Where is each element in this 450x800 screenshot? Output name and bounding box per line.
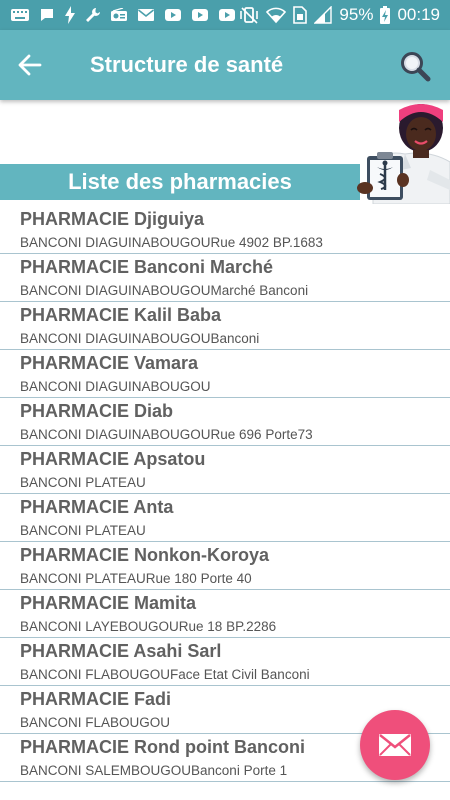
signal-icon — [314, 6, 333, 24]
pharmacy-name: PHARMACIE Mamita — [20, 593, 197, 613]
pharmacy-name: PHARMACIE Banconi Marché — [20, 257, 274, 277]
list-item[interactable]: PHARMACIE Djiguiya BANCONI DIAGUINABOUGOU… — [0, 206, 450, 254]
section-title: Liste des pharmacies — [68, 169, 292, 194]
pharmacy-address: BANCONI SALEMBOUGOUBanconi Porte 1 — [20, 763, 288, 778]
system-icons: 95% 00:19 — [239, 5, 440, 25]
keyboard-icon — [11, 9, 29, 21]
doctor-illustration — [357, 104, 450, 204]
pharmacy-name: PHARMACIE Rond point Banconi — [20, 737, 305, 757]
wrench-icon — [86, 8, 100, 22]
pharmacy-address: BANCONI PLATEAU — [20, 475, 146, 490]
list-item[interactable]: PHARMACIE Nonkon-Koroya BANCONI PLATEAURu… — [0, 542, 450, 590]
list-item[interactable]: PHARMACIE Anta BANCONI PLATEAU — [0, 494, 450, 542]
pharmacy-name: PHARMACIE Kalil Baba — [20, 305, 222, 325]
mail-fab-button[interactable] — [360, 710, 430, 780]
mail-icon — [379, 734, 411, 756]
pharmacy-address: BANCONI DIAGUINABOUGOUBanconi — [20, 331, 260, 346]
section-header: Liste des pharmacies — [0, 164, 360, 200]
notification-icons — [10, 6, 236, 24]
radio-icon — [111, 8, 127, 21]
youtube-icon — [219, 9, 235, 21]
pharmacy-name: PHARMACIE Apsatou — [20, 449, 206, 469]
pharmacy-address: BANCONI DIAGUINABOUGOURue 696 Porte73 — [20, 427, 313, 442]
list-item[interactable]: PHARMACIE Apsatou BANCONI PLATEAU — [0, 446, 450, 494]
pharmacy-name: PHARMACIE Diab — [20, 401, 174, 421]
list-item[interactable]: PHARMACIE Vamara BANCONI DIAGUINABOUGOU — [0, 350, 450, 398]
pharmacy-address: BANCONI DIAGUINABOUGOURue 4902 BP.1683 — [20, 235, 323, 250]
pharmacy-address: BANCONI PLATEAURue 180 Porte 40 — [20, 571, 252, 586]
wifi-icon — [266, 7, 287, 24]
pharmacy-name: PHARMACIE Djiguiya — [20, 209, 205, 229]
chat-icon — [41, 9, 53, 21]
sim-card-icon — [293, 6, 308, 24]
arrow-left-icon — [18, 54, 42, 76]
pharmacy-address: BANCONI LAYEBOUGOURue 18 BP.2286 — [20, 619, 277, 634]
pharmacy-name: PHARMACIE Anta — [20, 497, 174, 517]
list-item[interactable]: PHARMACIE Mamita BANCONI LAYEBOUGOURue 18… — [0, 590, 450, 638]
clock: 00:19 — [397, 5, 440, 24]
pharmacy-name: PHARMACIE Fadi — [20, 689, 172, 709]
list-item[interactable]: PHARMACIE Asahi Sarl BANCONI FLABOUGOUFac… — [0, 638, 450, 686]
battery-charging-icon — [380, 6, 391, 24]
vibrate-off-icon — [240, 7, 259, 24]
youtube-icon — [165, 9, 181, 21]
flash-icon — [65, 6, 75, 24]
youtube-icon — [192, 9, 208, 21]
search-button[interactable] — [396, 48, 434, 84]
pharmacy-list: PHARMACIE Djiguiya BANCONI DIAGUINABOUGOU… — [0, 206, 450, 782]
email-icon — [138, 9, 154, 21]
pharmacy-address: BANCONI FLABOUGOU — [20, 715, 171, 730]
pharmacy-address: BANCONI PLATEAU — [20, 523, 146, 538]
search-icon — [401, 52, 431, 82]
pharmacy-address: BANCONI FLABOUGOUFace Etat Civil Banconi — [20, 667, 310, 682]
pharmacy-address: BANCONI DIAGUINABOUGOU — [20, 379, 211, 394]
pharmacy-name: PHARMACIE Nonkon-Koroya — [20, 545, 270, 565]
back-button[interactable] — [14, 50, 46, 80]
page-title: Structure de santé — [90, 52, 284, 77]
pharmacy-address: BANCONI DIAGUINABOUGOUMarché Banconi — [20, 283, 309, 298]
pharmacy-name: PHARMACIE Asahi Sarl — [20, 641, 222, 661]
list-item[interactable]: PHARMACIE Diab BANCONI DIAGUINABOUGOURue … — [0, 398, 450, 446]
pharmacy-name: PHARMACIE Vamara — [20, 353, 199, 373]
battery-percent: 95% — [339, 5, 374, 24]
app-bar: Structure de santé — [0, 30, 450, 100]
list-item[interactable]: PHARMACIE Banconi Marché BANCONI DIAGUINA… — [0, 254, 450, 302]
status-bar: 95% 00:19 — [0, 0, 450, 30]
list-item[interactable]: PHARMACIE Kalil Baba BANCONI DIAGUINABOUG… — [0, 302, 450, 350]
